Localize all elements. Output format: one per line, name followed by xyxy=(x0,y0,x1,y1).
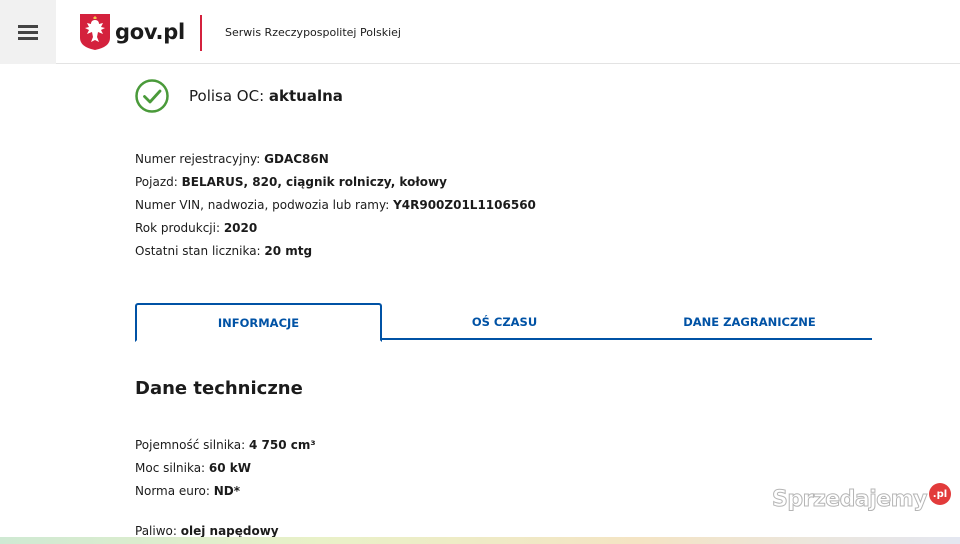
fuel-label: Paliwo: xyxy=(135,524,181,538)
power-row: Moc silnika: 60 kW xyxy=(135,457,316,480)
logo-text: gov.pl xyxy=(115,20,185,44)
header-divider xyxy=(200,15,202,51)
vehicle-value: BELARUS, 820, ciągnik rolniczy, kołowy xyxy=(181,175,447,189)
service-name: Serwis Rzeczypospolitej Polskiej xyxy=(225,26,401,39)
registration-value: GDAC86N xyxy=(264,152,329,166)
bottom-strip xyxy=(0,537,960,544)
status-text: Polisa OC: aktualna xyxy=(189,87,343,105)
eagle-emblem-icon xyxy=(80,14,110,50)
menu-button[interactable] xyxy=(0,0,56,64)
year-value: 2020 xyxy=(223,221,258,235)
watermark-text: Sprzedajemy xyxy=(772,487,929,513)
tab-os-czasu[interactable]: OŚ CZASU xyxy=(382,303,627,340)
hamburger-icon xyxy=(18,25,38,40)
vin-label: Numer VIN, nadwozia, podwozia lub ramy: xyxy=(135,198,394,212)
vehicle-info: Numer rejestracyjny: GDAC86N Pojazd: BEL… xyxy=(135,148,536,263)
technical-data: Pojemność silnika: 4 750 cm³ Moc silnika… xyxy=(135,434,316,503)
registration-row: Numer rejestracyjny: GDAC86N xyxy=(135,148,536,171)
tab-bar: INFORMACJE OŚ CZASU DANE ZAGRANICZNE xyxy=(135,303,872,342)
engine-value: 4 750 cm³ xyxy=(248,438,316,452)
vehicle-label: Pojazd: xyxy=(135,175,182,189)
euro-value: ND* xyxy=(213,484,241,498)
power-value: 60 kW xyxy=(208,461,252,475)
policy-status: Polisa OC: aktualna xyxy=(135,79,343,113)
status-value: aktualna xyxy=(268,87,343,105)
vin-row: Numer VIN, nadwozia, podwozia lub ramy: … xyxy=(135,194,536,217)
fuel-value: olej napędowy xyxy=(180,524,279,538)
tab-informacje[interactable]: INFORMACJE xyxy=(135,303,382,342)
power-label: Moc silnika: xyxy=(135,461,209,475)
meter-label: Ostatni stan licznika: xyxy=(135,244,265,258)
registration-label: Numer rejestracyjny: xyxy=(135,152,265,166)
vehicle-row: Pojazd: BELARUS, 820, ciągnik rolniczy, … xyxy=(135,171,536,194)
watermark: Sprzedajemy .pl xyxy=(772,483,951,513)
year-row: Rok produkcji: 2020 xyxy=(135,217,536,240)
check-circle-icon xyxy=(135,79,169,113)
watermark-badge: .pl xyxy=(929,483,951,505)
site-header: gov.pl Serwis Rzeczypospolitej Polskiej xyxy=(0,0,960,64)
year-label: Rok produkcji: xyxy=(135,221,224,235)
status-label: Polisa OC: xyxy=(189,87,269,105)
meter-value: 20 mtg xyxy=(264,244,313,258)
engine-label: Pojemność silnika: xyxy=(135,438,249,452)
euro-row: Norma euro: ND* xyxy=(135,480,316,503)
section-title: Dane techniczne xyxy=(135,378,303,399)
meter-row: Ostatni stan licznika: 20 mtg xyxy=(135,240,536,263)
vin-value: Y4R900Z01L1106560 xyxy=(393,198,536,212)
engine-row: Pojemność silnika: 4 750 cm³ xyxy=(135,434,316,457)
euro-label: Norma euro: xyxy=(135,484,214,498)
tab-dane-zagraniczne[interactable]: DANE ZAGRANICZNE xyxy=(627,303,872,340)
gov-logo[interactable]: gov.pl xyxy=(80,14,185,50)
